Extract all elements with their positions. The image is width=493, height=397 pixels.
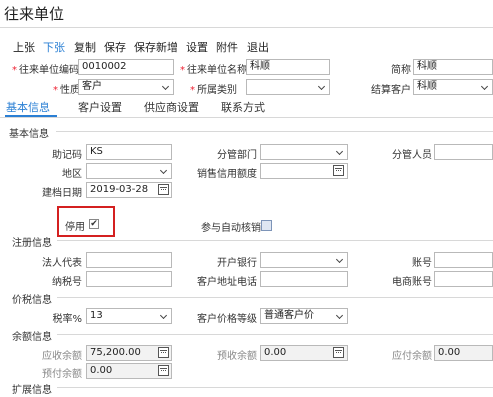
section-extend-line [57, 387, 493, 388]
copy-button[interactable]: 复制 [74, 39, 96, 55]
pre-recv-label: 预收余额 [217, 351, 257, 362]
type-select[interactable]: 客户 [78, 79, 174, 95]
section-balance-title: 余额信息 [12, 332, 52, 343]
section-basic-title: 基本信息 [9, 129, 49, 140]
ecomm-input[interactable] [434, 271, 493, 287]
tax-label: 纳税号 [52, 277, 82, 288]
settings-button[interactable]: 设置 [186, 39, 208, 55]
bank-label: 开户银行 [217, 258, 257, 269]
tabs-divider [0, 117, 493, 118]
ap-input: 0.00 [434, 345, 493, 361]
calculator-icon[interactable] [158, 347, 169, 358]
tab-basic[interactable]: 基本信息 [6, 99, 50, 115]
section-extend-title: 扩展信息 [12, 385, 52, 396]
region-select[interactable] [86, 163, 172, 179]
tab-customer[interactable]: 客户设置 [78, 99, 122, 115]
name-input[interactable]: 科顺 [246, 59, 330, 75]
tab-contact[interactable]: 联系方式 [221, 99, 265, 115]
legal-input[interactable] [86, 252, 172, 268]
type-label: * 性质 [53, 85, 80, 96]
title-divider [0, 27, 493, 28]
section-basic-line [56, 131, 493, 132]
highlight-box [57, 206, 115, 237]
account-label: 账号 [412, 258, 432, 269]
mnemonic-label: 助记码 [52, 150, 82, 161]
ar-label: 应收余额 [42, 351, 82, 362]
save-new-button[interactable]: 保存新增 [134, 39, 178, 55]
mnemonic-input[interactable]: KS [86, 144, 172, 160]
dept-select[interactable] [260, 144, 348, 160]
calculator-icon[interactable] [333, 165, 344, 176]
legal-label: 法人代表 [42, 258, 82, 269]
addr-input[interactable] [260, 271, 348, 287]
section-balance-line [57, 334, 493, 335]
calculator-icon[interactable] [158, 365, 169, 376]
rate-label: 税率% [52, 314, 82, 325]
section-price-title: 价税信息 [12, 295, 52, 306]
bank-select[interactable] [260, 252, 348, 268]
auto-verify-label: 参与自动核销 [201, 223, 261, 234]
level-label: 客户价格等级 [197, 314, 257, 325]
calculator-icon[interactable] [333, 347, 344, 358]
staff-input[interactable] [434, 144, 493, 160]
pre-pay-label: 预付余额 [42, 369, 82, 380]
section-register-line [57, 240, 493, 241]
category-label: * 所属类别 [190, 85, 237, 96]
calendar-icon[interactable] [158, 184, 169, 195]
short-input[interactable]: 科顺 [413, 59, 493, 75]
tab-supplier[interactable]: 供应商设置 [144, 99, 199, 115]
settle-label: 结算客户 [371, 85, 411, 96]
next-button[interactable]: 下张 [43, 39, 65, 55]
exit-button[interactable]: 退出 [247, 39, 269, 55]
level-select[interactable]: 普通客户价 [260, 308, 348, 324]
ap-label: 应付余额 [392, 351, 432, 362]
short-label: 简称 [391, 65, 411, 76]
section-register-title: 注册信息 [12, 238, 52, 249]
auto-verify-checkbox[interactable] [261, 220, 272, 231]
addr-label: 客户地址电话 [197, 277, 257, 288]
section-price-line [57, 297, 493, 298]
credit-label: 销售信用额度 [197, 169, 257, 180]
prev-button[interactable]: 上张 [13, 39, 35, 55]
tax-input[interactable] [86, 271, 172, 287]
attachment-button[interactable]: 附件 [216, 39, 238, 55]
dept-label: 分管部门 [217, 150, 257, 161]
ecomm-label: 电商账号 [392, 277, 432, 288]
staff-label: 分管人员 [392, 150, 432, 161]
name-label: * 往来单位名称 [180, 65, 247, 76]
code-input[interactable]: 0010002 [78, 59, 174, 75]
window-title: 往来单位 [4, 5, 65, 23]
date-label: 建档日期 [42, 188, 82, 199]
region-label: 地区 [62, 169, 82, 180]
rate-select[interactable]: 13 [86, 308, 172, 324]
account-input[interactable] [434, 252, 493, 268]
category-select[interactable] [246, 79, 330, 95]
save-button[interactable]: 保存 [104, 39, 126, 55]
settle-select[interactable]: 科顺 [413, 79, 493, 95]
code-label: * 往来单位编码 [12, 65, 79, 76]
